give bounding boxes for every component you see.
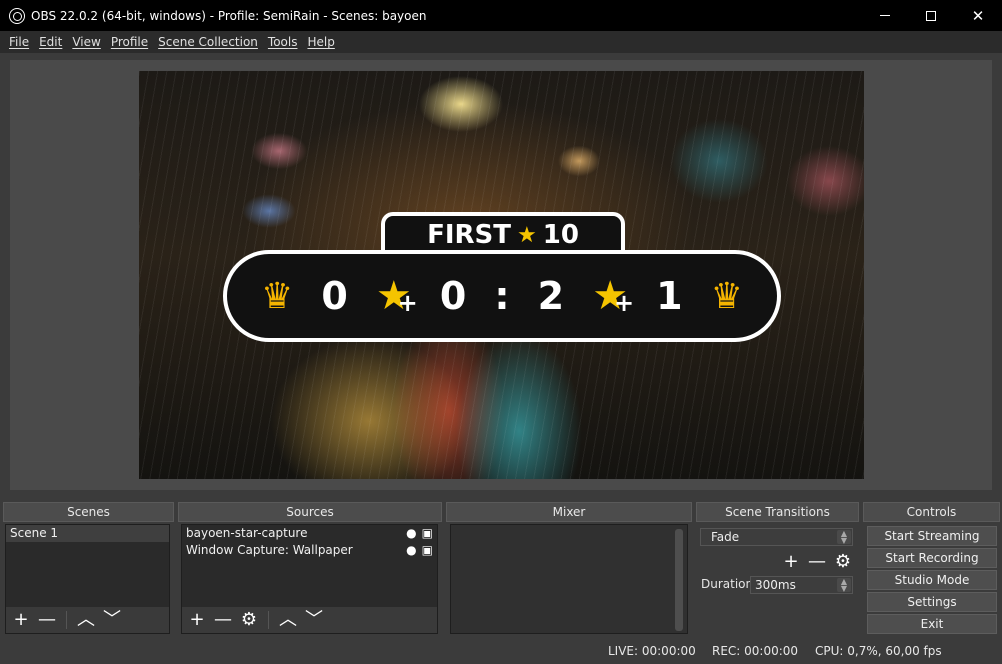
- overlay-first-to-tab: FIRST ★ 10: [381, 212, 625, 254]
- source-name: bayoen-star-capture: [186, 526, 308, 540]
- obs-logo-icon: [9, 7, 25, 24]
- score-separator: :: [494, 274, 510, 318]
- transition-select[interactable]: Fade ▲ ▼: [700, 528, 853, 546]
- move-source-down-button[interactable]: ﹀: [305, 611, 323, 629]
- eye-icon[interactable]: ●: [406, 525, 416, 542]
- scenes-toolbar: + — ︿ ﹀: [6, 607, 169, 633]
- start-recording-button[interactable]: Start Recording: [867, 548, 997, 568]
- settings-button[interactable]: Settings: [867, 592, 997, 612]
- menu-profile[interactable]: Profile: [111, 35, 148, 49]
- maximize-button[interactable]: [908, 0, 954, 31]
- mixer-scrollbar[interactable]: [675, 529, 683, 631]
- sources-toolbar: + — ⚙ ︿ ﹀: [182, 607, 437, 633]
- preview-area[interactable]: FIRST ★ 10 ♛ 0 ★ + 0 : 2 ★ + 1 ♛: [10, 60, 992, 490]
- move-source-up-button[interactable]: ︿: [279, 611, 297, 629]
- transitions-dock-title[interactable]: Scene Transitions: [696, 502, 859, 522]
- remove-transition-button[interactable]: —: [808, 553, 826, 571]
- left-star-count: 0: [321, 274, 348, 318]
- source-item[interactable]: Window Capture: Wallpaper ● ▣: [182, 542, 437, 559]
- transition-properties-gear-icon[interactable]: ⚙: [834, 553, 852, 571]
- menu-bar: File Edit View Profile Scene Collection …: [0, 31, 1002, 53]
- crown-icon: ♛: [710, 275, 743, 317]
- sources-dock-title[interactable]: Sources: [178, 502, 442, 522]
- controls-dock-title[interactable]: Controls: [863, 502, 1000, 522]
- remove-source-button[interactable]: —: [214, 611, 232, 629]
- mixer-dock-title[interactable]: Mixer: [446, 502, 692, 522]
- window-title: OBS 22.0.2 (64-bit, windows) - Profile: …: [31, 8, 427, 23]
- add-scene-button[interactable]: +: [12, 611, 30, 629]
- overlay-title: FIRST: [427, 220, 511, 250]
- overlay-score-bar: ♛ 0 ★ + 0 : 2 ★ + 1 ♛: [223, 250, 781, 342]
- move-scene-up-button[interactable]: ︿: [77, 611, 95, 629]
- title-bar: OBS 22.0.2 (64-bit, windows) - Profile: …: [0, 0, 1002, 31]
- menu-view[interactable]: View: [72, 35, 100, 49]
- duration-spinbox[interactable]: 300ms ▲ ▼: [750, 576, 853, 594]
- menu-file[interactable]: File: [9, 35, 29, 49]
- source-row-icons: ● ▣: [406, 542, 433, 559]
- right-star-count: 1: [656, 274, 683, 318]
- source-item[interactable]: bayoen-star-capture ● ▣: [182, 525, 437, 542]
- minimize-button[interactable]: [862, 0, 908, 31]
- overlay-target: 10: [542, 220, 579, 250]
- source-properties-gear-icon[interactable]: ⚙: [240, 611, 258, 629]
- close-button[interactable]: ✕: [955, 0, 1001, 31]
- toolbar-divider: [66, 611, 67, 629]
- star-icon: ★: [517, 222, 537, 248]
- crown-icon: ♛: [261, 275, 294, 317]
- minimize-icon: [880, 15, 890, 16]
- scene-item[interactable]: Scene 1: [6, 525, 169, 542]
- rec-status: REC: 00:00:00: [712, 644, 799, 658]
- source-name: Window Capture: Wallpaper: [186, 543, 353, 557]
- toolbar-divider: [268, 611, 269, 629]
- star-plus-icon: ★ +: [375, 273, 418, 319]
- right-score: 2: [537, 274, 565, 318]
- sources-list[interactable]: bayoen-star-capture ● ▣ Window Capture: …: [181, 524, 438, 634]
- left-score: 0: [439, 274, 467, 318]
- star-plus-icon: ★ +: [592, 273, 635, 319]
- menu-edit[interactable]: Edit: [39, 35, 62, 49]
- studio-mode-button[interactable]: Studio Mode: [867, 570, 997, 590]
- close-icon: ✕: [971, 6, 985, 25]
- live-status: LIVE: 00:00:00: [608, 644, 696, 658]
- menu-help[interactable]: Help: [307, 35, 334, 49]
- start-streaming-button[interactable]: Start Streaming: [867, 526, 997, 546]
- lock-icon[interactable]: ▣: [422, 542, 433, 559]
- menu-tools[interactable]: Tools: [268, 35, 298, 49]
- transition-selected-value: Fade: [711, 530, 740, 544]
- duration-value: 300ms: [755, 578, 796, 592]
- exit-button[interactable]: Exit: [867, 614, 997, 634]
- status-bar: LIVE: 00:00:00 REC: 00:00:00 CPU: 0,7%, …: [0, 638, 1002, 664]
- mixer-panel[interactable]: [450, 524, 688, 634]
- duration-label: Duration: [701, 577, 754, 591]
- add-transition-button[interactable]: +: [782, 553, 800, 571]
- add-source-button[interactable]: +: [188, 611, 206, 629]
- cpu-status: CPU: 0,7%, 60,00 fps: [815, 644, 942, 658]
- move-scene-down-button[interactable]: ﹀: [103, 611, 121, 629]
- source-row-icons: ● ▣: [406, 525, 433, 542]
- obs-window: OBS 22.0.2 (64-bit, windows) - Profile: …: [0, 0, 1002, 664]
- menu-scene-collection[interactable]: Scene Collection: [158, 35, 258, 49]
- chevron-updown-icon: ▲ ▼: [837, 530, 851, 545]
- scenes-list[interactable]: Scene 1 + — ︿ ﹀: [5, 524, 170, 634]
- maximize-icon: [926, 10, 936, 21]
- lock-icon[interactable]: ▣: [422, 525, 433, 542]
- spin-arrows-icon[interactable]: ▲ ▼: [837, 578, 851, 593]
- scenes-dock-title[interactable]: Scenes: [3, 502, 174, 522]
- eye-icon[interactable]: ●: [406, 542, 416, 559]
- remove-scene-button[interactable]: —: [38, 611, 56, 629]
- preview-canvas[interactable]: FIRST ★ 10 ♛ 0 ★ + 0 : 2 ★ + 1 ♛: [139, 71, 864, 479]
